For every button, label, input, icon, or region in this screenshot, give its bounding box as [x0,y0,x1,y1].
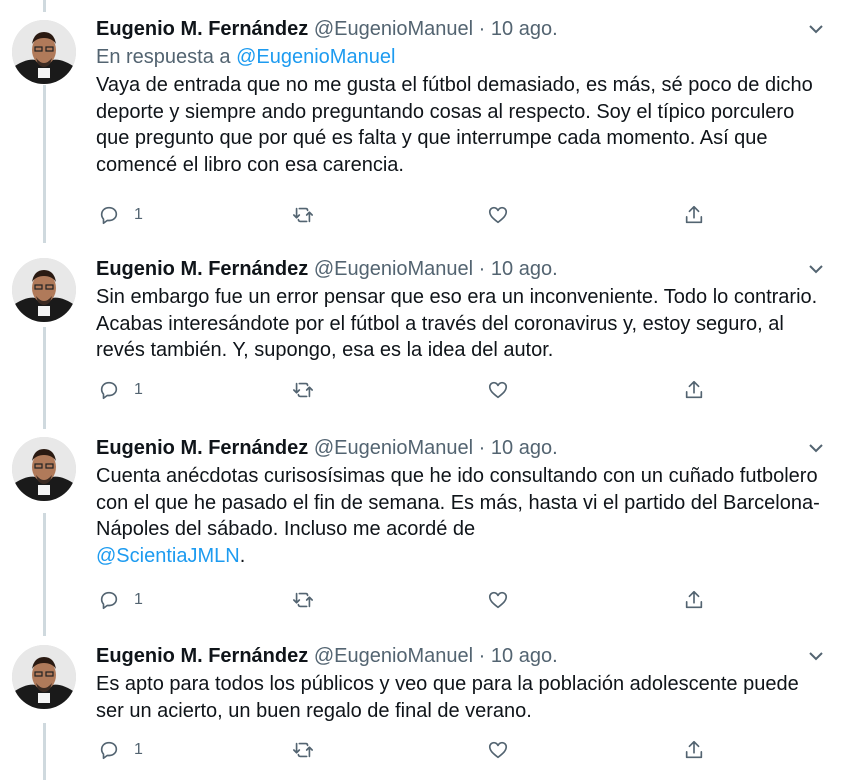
retweet-button[interactable] [292,737,314,763]
reply-mention-link[interactable]: @EugenioManuel [236,46,395,68]
like-button[interactable] [487,587,509,613]
like-icon [488,206,508,224]
reply-button[interactable]: 1 [98,737,143,763]
share-button[interactable] [683,377,705,403]
separator: · [478,437,486,459]
author-handle[interactable]: @EugenioManuel [314,645,473,667]
separator: · [478,645,486,667]
tweet-text: Sin embargo fue un error pensar que eso … [96,286,818,361]
thread-line [43,723,46,780]
avatar-image [12,437,76,501]
like-button[interactable] [487,737,509,763]
reply-count: 1 [134,206,143,223]
reply-button[interactable]: 1 [98,202,143,228]
tweet-actions: 1 [96,587,716,613]
avatar[interactable] [12,20,76,84]
reply-icon [100,591,118,610]
tweet-date[interactable]: 10 ago. [491,18,558,40]
tweet-text: Cuenta anécdotas curisosísimas que he id… [96,463,827,569]
tweet-text-body: Cuenta anécdotas curisosísimas que he id… [96,465,820,540]
separator: · [478,18,486,40]
thread-line [43,85,46,243]
text-mention-link[interactable]: @ScientiaJMLN [96,545,240,567]
reply-icon [100,381,118,400]
author-handle[interactable]: @EugenioManuel [314,258,473,280]
author-name[interactable]: Eugenio M. Fernández [96,258,308,280]
like-icon [488,741,508,759]
retweet-icon [293,382,313,398]
retweet-icon [293,592,313,608]
avatar-image [12,20,76,84]
tweet-text: Vaya de entrada que no me gusta el fútbo… [96,74,813,176]
avatar[interactable] [12,645,76,709]
tweet-date[interactable]: 10 ago. [491,645,558,667]
tweet-header: Eugenio M. Fernández @EugenioManuel · 10… [96,643,827,669]
tweet-text: Es apto para todos los públicos y veo qu… [96,673,799,722]
tweet-actions: 1 [96,737,716,763]
thread-line [43,513,46,636]
separator: · [478,258,486,280]
tweet-header: Eugenio M. Fernández @EugenioManuel · 10… [96,435,827,461]
author-name[interactable]: Eugenio M. Fernández [96,437,308,459]
author-name[interactable]: Eugenio M. Fernández [96,18,308,40]
tweet-actions: 1 [96,377,716,403]
reply-context: En respuesta a @EugenioManuel [96,44,827,70]
like-icon [488,591,508,609]
reply-button[interactable]: 1 [98,377,143,403]
reply-prefix: En respuesta a [96,46,231,68]
share-button[interactable] [683,202,705,228]
reply-icon [100,206,118,225]
like-button[interactable] [487,202,509,228]
tweet-header: Eugenio M. Fernández @EugenioManuel · 10… [96,256,827,282]
retweet-button[interactable] [292,587,314,613]
retweet-icon [293,207,313,223]
tweet-date[interactable]: 10 ago. [491,437,558,459]
share-icon [685,205,703,224]
more-caret-icon[interactable] [807,441,825,455]
avatar[interactable] [12,437,76,501]
retweet-icon [293,742,313,758]
avatar-image [12,645,76,709]
share-button[interactable] [683,737,705,763]
avatar[interactable] [12,258,76,322]
share-button[interactable] [683,587,705,613]
more-caret-icon[interactable] [807,262,825,276]
reply-count: 1 [134,381,143,398]
reply-icon [100,741,118,760]
tweet-date[interactable]: 10 ago. [491,258,558,280]
share-icon [685,380,703,399]
reply-count: 1 [134,591,143,608]
more-caret-icon[interactable] [807,22,825,36]
avatar-image [12,258,76,322]
like-button[interactable] [487,377,509,403]
share-icon [685,590,703,609]
share-icon [685,740,703,759]
tweet-text-suffix: . [239,544,246,567]
retweet-button[interactable] [292,377,314,403]
like-icon [488,381,508,399]
more-caret-icon[interactable] [807,649,825,663]
thread-line [43,327,46,429]
author-handle[interactable]: @EugenioManuel [314,18,473,40]
thread-line [43,0,46,12]
tweet-header: Eugenio M. Fernández @EugenioManuel · 10… [96,16,827,42]
tweet-actions: 1 [96,202,716,228]
author-handle[interactable]: @EugenioManuel [314,437,473,459]
reply-count: 1 [134,741,143,758]
author-name[interactable]: Eugenio M. Fernández [96,645,308,667]
reply-button[interactable]: 1 [98,587,143,613]
retweet-button[interactable] [292,202,314,228]
